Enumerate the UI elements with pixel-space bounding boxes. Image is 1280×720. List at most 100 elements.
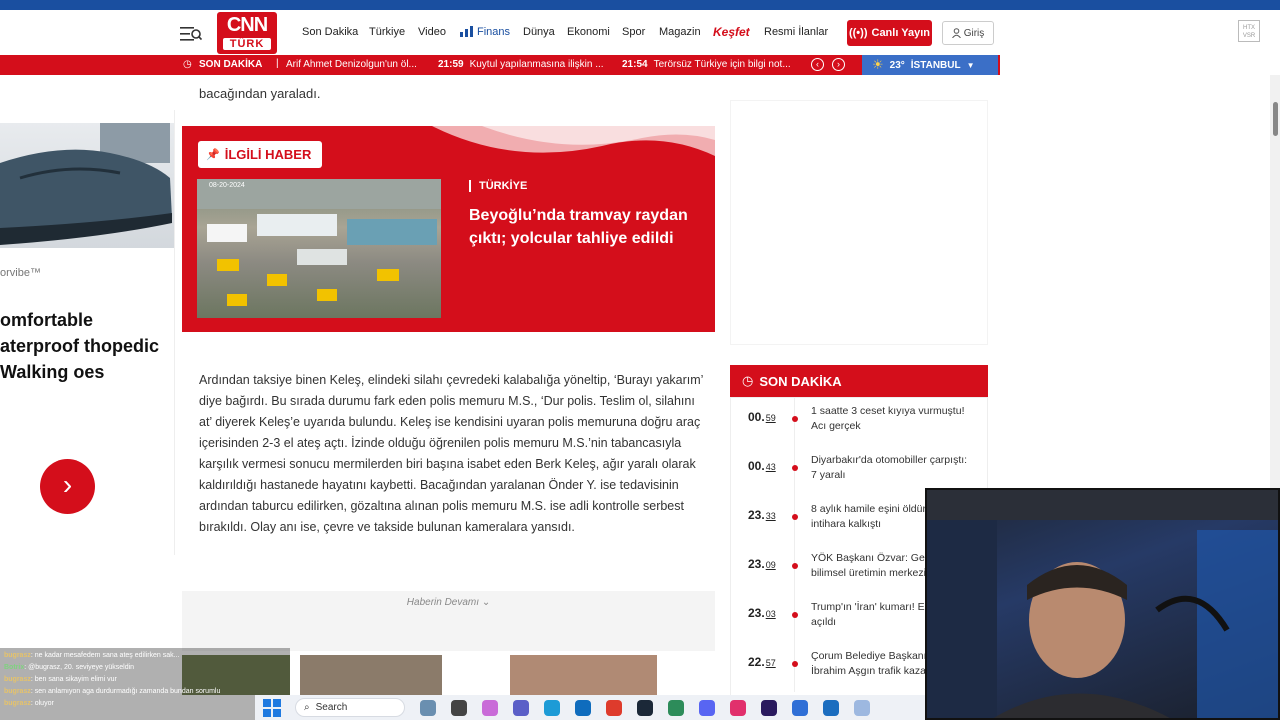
edge-icon[interactable] [544,699,560,716]
breaking-label: SON DAKİKA [199,59,263,70]
breaking-item[interactable]: 21:59 Kuytul yapılanmasına ilişkin ... [438,59,604,70]
news-time: 23.03 [748,606,776,620]
finans-chart-icon [460,26,473,37]
login-button[interactable]: Giriş [942,21,994,45]
article-prev-text: bacağından yaraladı. [199,86,321,101]
clock-icon: ◷ [742,373,754,388]
nav-finans[interactable]: Finans [477,26,510,38]
ad-slot [730,100,988,345]
app-icon[interactable] [792,699,808,716]
taskbar-search[interactable]: ⌕ Search [295,698,405,717]
article-body: Ardından taksiye binen Keleş, elindeki s… [199,373,703,534]
related-news-photo[interactable]: 08-20-2024 [197,179,441,318]
discord-icon[interactable] [699,699,715,716]
news-thumbnail[interactable] [510,655,657,695]
timeline-line [794,496,795,545]
search-icon: ⌕ [304,702,310,713]
teams-icon[interactable] [513,699,529,716]
nav-ekonomi[interactable]: Ekonomi [567,26,610,38]
nav-dunya[interactable]: Dünya [523,26,555,38]
next-news-icon[interactable]: › [832,58,845,71]
live-stream-label: Canlı Yayın [871,27,931,39]
weather-city: İSTANBUL [910,59,961,71]
logo-cnn-text: CNN [226,14,268,36]
cnn-turk-logo[interactable]: CNN TÜRK [217,12,277,54]
chat-message: bugrasz: ne kadar mesafedem sana ateş ed… [4,652,180,659]
news-time: 23.33 [748,508,776,522]
tram-street-photo [197,179,441,306]
ad-brand: orvibe™ [0,267,41,279]
user-icon [951,28,961,38]
premiere-icon[interactable] [761,699,777,716]
news-time: 00.59 [748,410,776,424]
chat-message: Botrix: @bugrasz, 20. seviyeye yükseldin [4,664,135,671]
ad-title[interactable]: omfortable aterproof thopedic Walking oe… [0,307,175,385]
windows-taskbar: ⌕ Search [255,695,925,720]
nav-resmi-ilanlar[interactable]: Resmi İlanlar [764,26,828,38]
app-icon[interactable] [823,699,839,716]
ad-shoe-image[interactable] [0,123,175,248]
timeline-dot [792,465,798,471]
broadcast-icon: ((•)) [848,27,868,39]
news-headline: 1 saatte 3 ceset kıyıya vurmuştu! Acı ge… [811,405,965,432]
shoe-illustration [0,123,172,245]
son-dakika-item[interactable]: 00.59 1 saatte 3 ceset kıyıya vurmuştu! … [731,398,987,447]
nav-turkiye[interactable]: Türkiye [369,26,405,38]
corner-badge: HTX VSR [1238,20,1260,42]
ad-divider [174,110,175,555]
chevron-down-icon: ⌄ [481,597,491,608]
chat-message: bugrasz: ben sana sikayim elimi vur [4,676,117,683]
breaking-item-time: 21:59 [438,59,464,70]
nav-kesfet[interactable]: Keşfet [713,25,750,39]
steam-icon[interactable] [637,699,653,716]
microphone-icon[interactable] [854,699,870,716]
news-time: 00.43 [748,459,776,473]
prev-news-icon[interactable]: ‹ [811,58,824,71]
breaking-item-time: 21:54 [622,59,648,70]
live-stream-button[interactable]: ((•)) Canlı Yayın [847,20,932,46]
breaking-item-text: Arif Ahmet Denizolgun'un öl... [286,59,417,70]
nav-son-dakika[interactable]: Son Dakika [302,26,358,38]
chat-message: bugrasz: sen anlamıyon aga durdurmadığı … [4,688,221,695]
login-label: Giriş [963,27,985,39]
read-more-section: Haberin Devamı ⌄ [182,591,715,651]
breaking-item[interactable]: Arif Ahmet Denizolgun'un öl... [286,59,417,70]
timeline-line [794,643,795,692]
weather-temp: 23° [889,59,905,71]
read-more-button[interactable]: Haberin Devamı ⌄ [182,597,715,608]
son-dakika-title: SON DAKİKA [759,373,842,389]
breaking-item-text: Kuytul yapılanmasına ilişkin ... [469,59,604,70]
nav-spor[interactable]: Spor [622,26,645,38]
copilot-icon[interactable] [482,699,498,716]
chrome-icon[interactable] [606,699,622,716]
store-icon[interactable] [575,699,591,716]
menu-search-icon[interactable] [180,25,202,43]
ad-arrow-button[interactable]: › [40,459,95,514]
chat-message: bugrasz: oluyor [4,700,54,707]
related-news-badge: 📌 İLGİLİ HABER [198,141,322,168]
task-view-icon[interactable] [451,699,467,716]
app-icon[interactable] [668,699,684,716]
logo-turk-text: TÜRK [223,38,271,50]
nav-magazin[interactable]: Magazin [659,26,701,38]
chevron-down-icon: ▼ [966,60,975,70]
timeline-dot [792,563,798,569]
sun-icon: ☀ [872,57,884,72]
weather-app-icon[interactable] [420,699,436,716]
related-title[interactable]: Beyoğlu’nda tramvay raydan çıktı; yolcul… [469,204,704,250]
browser-top-strip [0,0,1280,10]
son-dakika-header[interactable]: ◷ SON DAKİKA [730,365,988,397]
scrollbar-thumb[interactable] [1273,102,1278,136]
nav-video[interactable]: Video [418,26,446,38]
pin-icon: 📌 [206,149,220,161]
news-time: 23.09 [748,557,776,571]
breaking-item[interactable]: 21:54 Terörsüz Türkiye için bilgi not... [622,59,791,70]
weather-widget[interactable]: ☀ 23° İSTANBUL ▼ [862,55,998,75]
timeline-dot [792,661,798,667]
breaking-news-bar: ◷ SON DAKİKA | Arif Ahmet Denizolgun'un … [0,55,1000,75]
clock-icon: ◷ [183,59,192,70]
news-thumbnail[interactable] [300,655,442,695]
windows-start-icon[interactable] [263,698,281,717]
instagram-icon[interactable] [730,699,746,716]
timeline-dot [792,416,798,422]
